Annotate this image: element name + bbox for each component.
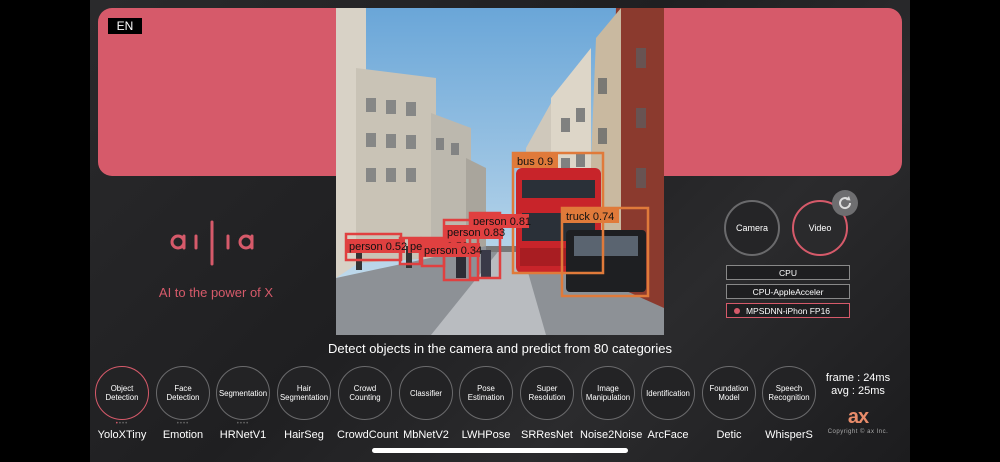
category-button[interactable]: Segmentation [216, 366, 270, 420]
backend-option-cpu[interactable]: CPU [726, 265, 850, 280]
model-page-dots [276, 421, 332, 427]
category-image-manipulation[interactable]: Image Manipulation Noise2Noise [580, 366, 643, 441]
ailia-logo [160, 218, 270, 268]
frame-time: frame : 24ms [825, 372, 891, 384]
brand-tagline: AI to the power of X [158, 285, 274, 300]
category-model-name: HairSeg [284, 429, 324, 441]
category-model-name: YoloXTiny [97, 429, 147, 441]
detection-label: person 0.34 [424, 245, 482, 257]
category-classifier[interactable]: Classifier MbNetV2 [398, 366, 454, 441]
category-button[interactable]: Identification [641, 366, 695, 420]
model-page-dots: •••• [115, 421, 129, 427]
category-model-name: Noise2Noise [580, 429, 643, 441]
category-model-name: LWHPose [461, 429, 511, 441]
header-panel-right [660, 8, 902, 176]
category-speech-recognition[interactable]: Speech Recognition WhisperS [761, 366, 817, 441]
category-object-detection[interactable]: Object Detection •••• YoloXTiny [94, 366, 150, 441]
home-indicator[interactable] [372, 448, 628, 453]
average-time: avg : 25ms [831, 385, 885, 397]
detection-label: bus 0.9 [517, 156, 553, 168]
refresh-icon[interactable] [832, 190, 858, 216]
category-button[interactable]: Crowd Counting [338, 366, 392, 420]
camera-preview: bus 0.9 truck 0.74 person 0.81 person 0.… [336, 8, 664, 335]
category-button[interactable]: Hair Segmentation [277, 366, 331, 420]
model-page-dots [701, 421, 757, 427]
model-page-dots [519, 421, 575, 427]
model-page-dots [398, 421, 454, 427]
selected-dot-icon [734, 308, 740, 314]
category-model-name: Detic [716, 429, 742, 441]
backend-option-cpu-accelerate[interactable]: CPU-AppleAcceler [726, 284, 850, 299]
category-hair-segmentation[interactable]: Hair Segmentation HairSeg [276, 366, 332, 441]
category-button[interactable]: Pose Estimation [459, 366, 513, 420]
model-description: Detect objects in the camera and predict… [328, 341, 672, 356]
model-page-dots [580, 421, 636, 427]
category-crowd-counting[interactable]: Crowd Counting CrowdCount [337, 366, 399, 441]
backend-label: MPSDNN-iPhon FP16 [745, 305, 831, 316]
copyright-text: Copyright © ax Inc. [827, 429, 889, 435]
category-button[interactable]: Object Detection [95, 366, 149, 420]
category-model-name: CrowdCount [337, 429, 399, 441]
category-model-name: ArcFace [647, 429, 689, 441]
camera-source-button[interactable]: Camera [724, 200, 780, 256]
category-segmentation[interactable]: Segmentation •••• HRNetV1 [215, 366, 271, 441]
category-identification[interactable]: Identification ArcFace [640, 366, 696, 441]
category-face-detection[interactable]: Face Detection •••• Emotion [155, 366, 211, 441]
detection-label: truck 0.74 [566, 211, 614, 223]
model-page-dots [640, 421, 696, 427]
backend-option-mpsdnn[interactable]: MPSDNN-iPhon FP16 [726, 303, 850, 318]
category-button[interactable]: Foundation Model [702, 366, 756, 420]
category-button[interactable]: Super Resolution [520, 366, 574, 420]
category-button[interactable]: Speech Recognition [762, 366, 816, 420]
detection-label: person 0.52 [349, 241, 407, 253]
detection-label: person 0.83 [447, 227, 505, 239]
model-page-dots: •••• [176, 421, 190, 427]
model-page-dots [458, 421, 514, 427]
category-model-name: MbNetV2 [403, 429, 449, 441]
model-page-dots [337, 421, 393, 427]
category-foundation-model[interactable]: Foundation Model Detic [701, 366, 757, 441]
app-root: EN bus 0.9 truck 0.74 person 0.81 person… [90, 0, 910, 462]
model-page-dots: •••• [236, 421, 250, 427]
category-model-name: SRResNet [521, 429, 573, 441]
backend-label: CPU-AppleAcceler [752, 286, 824, 297]
ax-brand: ax Copyright © ax Inc. [818, 406, 898, 435]
category-super-resolution[interactable]: Super Resolution SRResNet [519, 366, 575, 441]
category-pose-estimation[interactable]: Pose Estimation LWHPose [458, 366, 514, 441]
ax-logo: ax [847, 406, 869, 428]
category-model-name: WhisperS [765, 429, 813, 441]
category-button[interactable]: Classifier [399, 366, 453, 420]
performance-stats: frame : 24ms avg : 25ms [818, 372, 898, 398]
category-button[interactable]: Image Manipulation [581, 366, 635, 420]
model-page-dots [761, 421, 817, 427]
backend-label: CPU [779, 267, 797, 278]
language-badge[interactable]: EN [108, 18, 142, 34]
category-button[interactable]: Face Detection [156, 366, 210, 420]
street-scene-image: bus 0.9 truck 0.74 person 0.81 person 0.… [336, 8, 664, 335]
category-model-name: HRNetV1 [219, 429, 267, 441]
category-model-name: Emotion [162, 429, 204, 441]
